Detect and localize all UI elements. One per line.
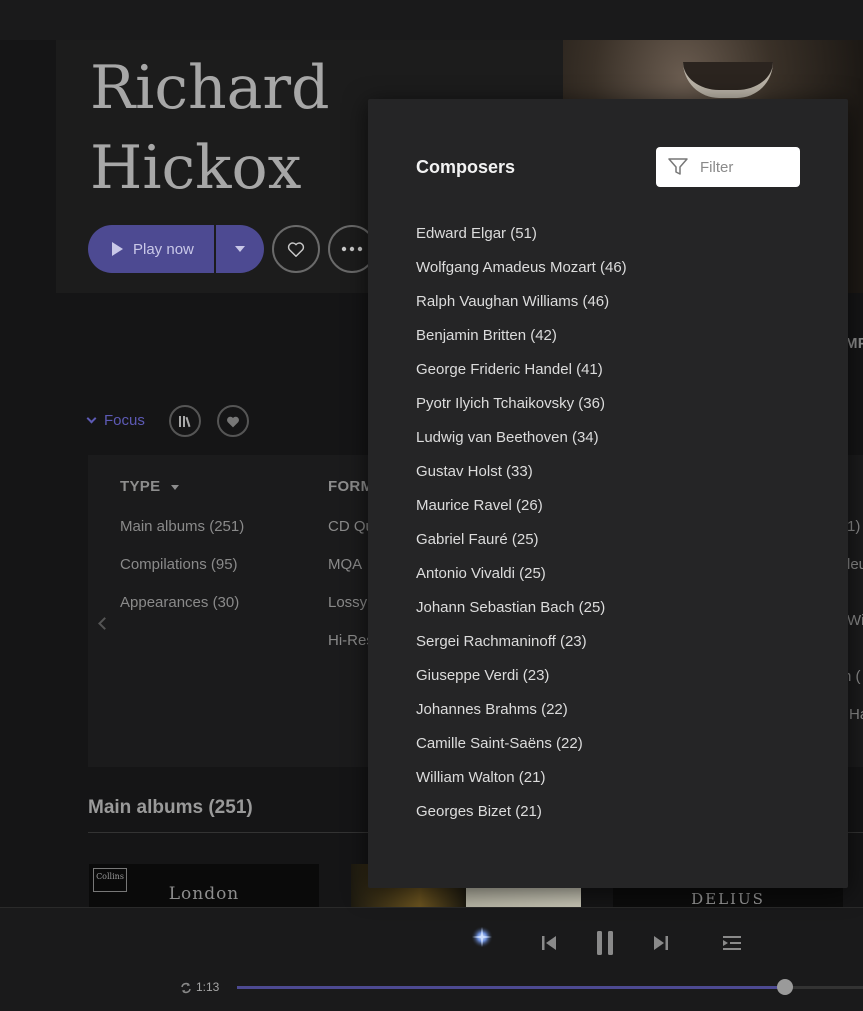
previous-icon[interactable] (541, 935, 557, 951)
composer-item[interactable]: Johannes Brahms (22) (416, 701, 627, 735)
favorite-button[interactable] (272, 225, 320, 273)
composer-item[interactable]: Ralph Vaughan Williams (46) (416, 293, 627, 327)
composer-item[interactable]: Pyotr Ilyich Tchaikovsky (36) (416, 395, 627, 429)
queue-icon[interactable] (723, 936, 741, 950)
partial-filter-item[interactable]: leu (847, 556, 863, 573)
partial-filter-item[interactable]: Wi (847, 612, 863, 629)
type-filter-item[interactable]: Main albums (251) (120, 518, 244, 535)
composer-item[interactable]: Georges Bizet (21) (416, 803, 627, 837)
progress-fill (237, 986, 786, 989)
progress-track[interactable] (237, 986, 863, 989)
focus-label: Focus (104, 412, 145, 429)
composer-item[interactable]: Gabriel Fauré (25) (416, 531, 627, 565)
partial-filter-item[interactable]: Ha (849, 706, 863, 723)
composer-item[interactable]: Antonio Vivaldi (25) (416, 565, 627, 599)
format-filter-item[interactable]: Hi-Res (328, 632, 374, 649)
format-column-header[interactable]: FORM (328, 478, 373, 495)
partial-filter-item[interactable]: 1) (847, 518, 860, 535)
format-filter-item[interactable]: Lossy (328, 594, 367, 611)
composer-item[interactable]: Johann Sebastian Bach (25) (416, 599, 627, 633)
composer-item[interactable]: Sergei Rachmaninoff (23) (416, 633, 627, 667)
format-filter-item[interactable]: CD Qu (328, 518, 374, 535)
library-filter-button[interactable] (169, 405, 201, 437)
type-filter-item[interactable]: Appearances (30) (120, 594, 239, 611)
composer-item[interactable]: Giuseppe Verdi (23) (416, 667, 627, 701)
album-cover-title: London (168, 884, 240, 904)
star-icon (471, 926, 493, 948)
artist-name-line2: Hickox (90, 133, 302, 203)
pause-icon[interactable] (596, 930, 614, 956)
heart-icon (287, 242, 305, 257)
album-cover-title: DELIUS (691, 890, 765, 908)
top-bar (0, 0, 863, 40)
play-now-label: Play now (133, 240, 194, 258)
library-icon (179, 416, 191, 428)
composer-item[interactable]: Ludwig van Beethoven (34) (416, 429, 627, 463)
heart-icon (227, 416, 239, 427)
type-filter-item[interactable]: Compilations (95) (120, 556, 238, 573)
chevron-down-icon (86, 413, 97, 424)
caret-down-icon (170, 484, 179, 490)
composer-item[interactable]: Gustav Holst (33) (416, 463, 627, 497)
focus-toggle[interactable]: Focus (86, 412, 145, 429)
composer-item[interactable]: George Frideric Handel (41) (416, 361, 627, 395)
player-bar (0, 907, 863, 1011)
composer-item[interactable]: Camille Saint-Saëns (22) (416, 735, 627, 769)
elapsed-time: 1:13 (196, 980, 220, 994)
play-now-button[interactable]: Play now (88, 225, 214, 273)
chevron-down-icon (235, 246, 245, 252)
composer-item[interactable]: Edward Elgar (51) (416, 225, 627, 259)
filter-input[interactable] (700, 158, 790, 176)
artist-name: Richard Hickox (90, 48, 329, 208)
repeat-icon[interactable] (180, 982, 192, 994)
play-icon (112, 242, 123, 256)
type-column-header[interactable]: TYPE (120, 478, 179, 495)
composer-list: Edward Elgar (51) Wolfgang Amadeus Mozart… (416, 225, 627, 837)
main-albums-title: Main albums (251) (88, 797, 253, 818)
filter-icon (668, 158, 688, 175)
favorites-filter-button[interactable] (217, 405, 249, 437)
more-icon (341, 246, 363, 252)
next-icon[interactable] (653, 935, 669, 951)
type-header-label: TYPE (120, 478, 161, 495)
artist-name-line1: Richard (90, 53, 330, 123)
composer-item[interactable]: Wolfgang Amadeus Mozart (46) (416, 259, 627, 293)
composer-item[interactable]: Benjamin Britten (42) (416, 327, 627, 361)
album-cover[interactable]: Collins London (89, 864, 319, 909)
filter-field[interactable] (656, 147, 800, 187)
format-filter-item[interactable]: MQA (328, 556, 362, 573)
modal-title: Composers (416, 157, 516, 177)
play-options-dropdown[interactable] (216, 225, 264, 273)
composers-modal: Composers Edward Elgar (51)Wolfgang Amad… (368, 99, 848, 888)
composer-item[interactable]: William Walton (21) (416, 769, 627, 803)
composer-item[interactable]: Maurice Ravel (26) (416, 497, 627, 531)
